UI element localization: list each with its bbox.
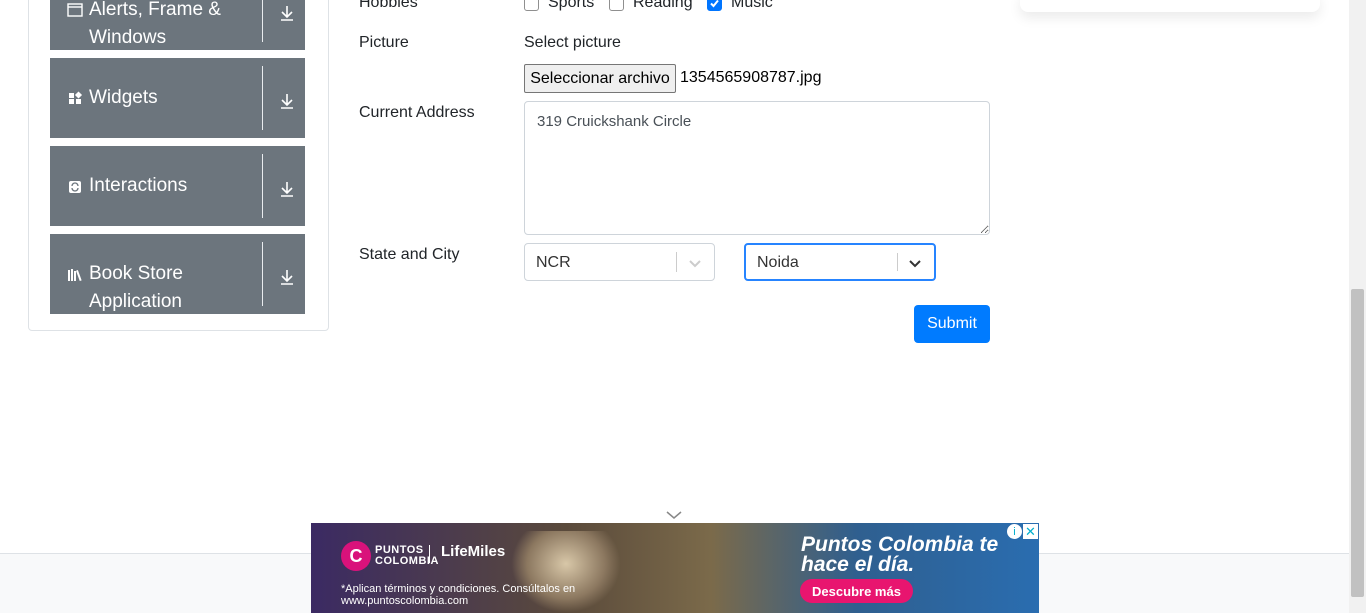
window-icon [67, 2, 83, 18]
info-icon[interactable]: i [1007, 524, 1022, 539]
submit-button[interactable]: Submit [914, 305, 990, 343]
download-arrow-icon[interactable] [278, 268, 296, 286]
download-arrow-icon[interactable] [278, 180, 296, 198]
file-name: 1354565908787.jpg [680, 69, 822, 86]
picture-label: Picture [359, 34, 409, 51]
sidebar-group-book-store[interactable]: Book Store Application [50, 234, 305, 314]
download-arrow-icon[interactable] [278, 4, 296, 22]
current-address-label: Current Address [359, 104, 475, 121]
sidebar-group-label: Interactions [89, 175, 188, 196]
ad-partner: LifeMiles [441, 543, 506, 560]
current-address-input[interactable]: 319 Cruickshank Circle [524, 101, 990, 235]
hobbies-label: Hobbies [359, 0, 418, 11]
ad-banner[interactable]: C PUNTOS COLOMBIA LifeMiles *Aplican tér… [311, 523, 1039, 613]
checkbox-box[interactable] [707, 0, 722, 11]
sidebar-group-widgets[interactable]: Widgets [50, 58, 305, 138]
chevron-down-icon[interactable] [664, 508, 684, 522]
select-picture-label: Select picture [524, 34, 621, 51]
interactions-icon [67, 179, 83, 195]
sidebar-group-label: Book Store Application [89, 263, 183, 312]
sidebar-group-alerts-frame-windows[interactable]: Alerts, Frame & Windows [50, 0, 305, 50]
scrollbar[interactable] [1349, 0, 1366, 613]
ad-headline: Puntos Colombia te hace el día. [801, 533, 999, 576]
checkbox-box[interactable] [524, 0, 539, 11]
state-select[interactable]: NCR [524, 243, 715, 281]
hobby-music-checkbox[interactable]: Music [707, 0, 773, 12]
state-value: NCR [536, 254, 571, 271]
chevron-down-icon[interactable] [686, 254, 704, 272]
chevron-down-icon[interactable] [906, 254, 924, 272]
close-icon[interactable]: ✕ [1023, 524, 1038, 539]
hobby-reading-checkbox[interactable]: Reading [609, 0, 693, 12]
sidebar-group-interactions[interactable]: Interactions [50, 146, 305, 226]
book-store-icon [67, 267, 83, 283]
sidebar-group-label: Widgets [89, 87, 158, 108]
sidebar-group-label: Alerts, Frame & Windows [89, 0, 221, 48]
city-value: Noida [757, 254, 799, 271]
download-arrow-icon[interactable] [278, 92, 296, 110]
ad-cta-button[interactable]: Descubre más [800, 579, 913, 603]
ad-disclaimer: *Aplican términos y condiciones. Consúlt… [341, 583, 576, 607]
hobby-sports-checkbox[interactable]: Sports [524, 0, 594, 12]
choose-file-button[interactable]: Seleccionar archivo [524, 64, 676, 93]
ad-logo-icon: C [341, 541, 371, 571]
ad-brand: PUNTOS COLOMBIA [375, 544, 439, 567]
popup-shadow [1020, 0, 1320, 12]
city-select[interactable]: Noida [744, 243, 936, 281]
check-icon [710, 0, 719, 7]
scrollbar-thumb[interactable] [1351, 289, 1364, 597]
state-city-label: State and City [359, 246, 460, 263]
checkbox-box[interactable] [609, 0, 624, 11]
widgets-icon [67, 91, 83, 107]
